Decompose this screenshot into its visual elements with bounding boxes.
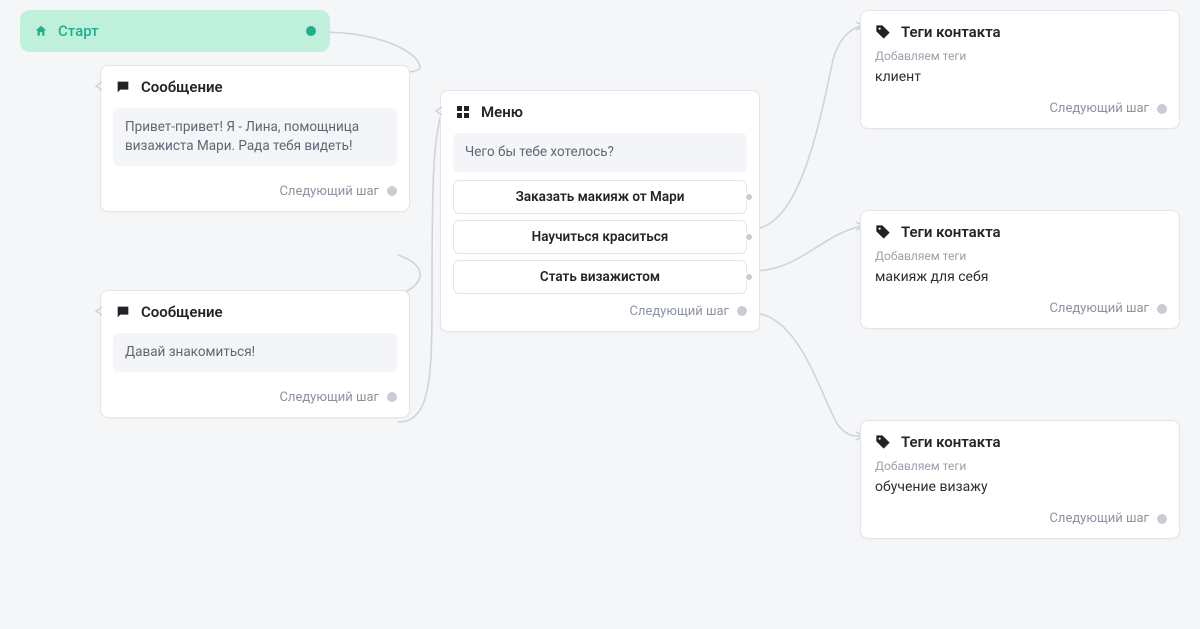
tag-node-3[interactable]: Теги контакта Добавляем теги обучение ви… [860, 420, 1180, 539]
message-text: Привет-привет! Я - Лина, помощница визаж… [113, 108, 397, 166]
add-tags-label: Добавляем теги [861, 457, 1179, 475]
menu-option-3[interactable]: Стать визажистом [453, 260, 747, 294]
menu-option-label: Научиться краситься [532, 229, 669, 245]
next-step-port[interactable] [387, 392, 397, 402]
tag-icon [875, 434, 891, 450]
tag-node-2[interactable]: Теги контакта Добавляем теги макияж для … [860, 210, 1180, 329]
menu-option-2[interactable]: Научиться краситься [453, 220, 747, 254]
menu-option-1[interactable]: Заказать макияж от Мари [453, 180, 747, 214]
node-title: Теги контакта [901, 433, 1001, 451]
option-output-port[interactable] [744, 232, 754, 242]
node-title: Меню [481, 103, 523, 121]
next-step-label: Следующий шаг [629, 304, 729, 319]
add-tags-label: Добавляем теги [861, 47, 1179, 65]
input-port[interactable] [433, 105, 445, 117]
node-title: Сообщение [141, 303, 223, 321]
message-text: Давай знакомиться! [113, 333, 397, 372]
next-step-label: Следующий шаг [1049, 101, 1149, 116]
next-step-port[interactable] [737, 306, 747, 316]
next-step-label: Следующий шаг [1049, 511, 1149, 526]
message-node-2[interactable]: Сообщение Давай знакомиться! Следующий ш… [100, 290, 410, 418]
message-node-1[interactable]: Сообщение Привет-привет! Я - Лина, помощ… [100, 65, 410, 212]
tag-value: макияж для себя [861, 265, 1179, 291]
next-step-label: Следующий шаг [279, 390, 379, 405]
start-label: Старт [58, 22, 306, 40]
node-title: Теги контакта [901, 23, 1001, 41]
message-icon [115, 79, 131, 95]
option-output-port[interactable] [744, 192, 754, 202]
menu-option-label: Стать визажистом [540, 269, 660, 285]
start-node[interactable]: Старт [20, 10, 330, 52]
next-step-port[interactable] [387, 186, 397, 196]
menu-option-label: Заказать макияж от Мари [516, 189, 685, 205]
menu-prompt: Чего бы тебе хотелось? [453, 133, 747, 172]
input-port[interactable] [93, 305, 105, 317]
next-step-port[interactable] [1157, 514, 1167, 524]
option-output-port[interactable] [744, 272, 754, 282]
next-step-label: Следующий шаг [279, 184, 379, 199]
tag-icon [875, 224, 891, 240]
input-port[interactable] [93, 80, 105, 92]
next-step-port[interactable] [1157, 104, 1167, 114]
tag-node-1[interactable]: Теги контакта Добавляем теги клиент След… [860, 10, 1180, 129]
next-step-port[interactable] [1157, 304, 1167, 314]
tag-value: клиент [861, 65, 1179, 91]
start-output-port[interactable] [306, 26, 316, 36]
tag-icon [875, 24, 891, 40]
tag-value: обучение визажу [861, 475, 1179, 501]
menu-icon [455, 104, 471, 120]
node-title: Теги контакта [901, 223, 1001, 241]
home-icon [34, 24, 48, 38]
add-tags-label: Добавляем теги [861, 247, 1179, 265]
menu-node[interactable]: Меню Чего бы тебе хотелось? Заказать мак… [440, 90, 760, 332]
node-title: Сообщение [141, 78, 223, 96]
message-icon [115, 304, 131, 320]
next-step-label: Следующий шаг [1049, 301, 1149, 316]
